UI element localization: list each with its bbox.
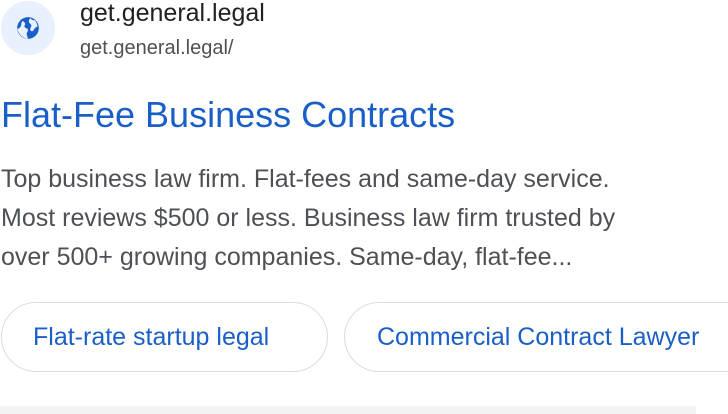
result-title-link[interactable]: Flat-Fee Business Contracts bbox=[1, 94, 455, 136]
sitelink-label: Commercial Contract Lawyer bbox=[377, 322, 700, 351]
sitelink-chip-commercial-contract[interactable]: Commercial Contract Lawyer bbox=[344, 302, 728, 372]
globe-icon-glyph bbox=[17, 17, 39, 39]
sitelink-label: Flat-rate startup legal bbox=[33, 322, 270, 351]
snippet-line: Top business law firm. Flat-fees and sam… bbox=[1, 165, 610, 193]
divider bbox=[0, 406, 696, 414]
snippet-line: over 500+ growing companies. Same-day, f… bbox=[1, 243, 573, 271]
snippet-line: Most reviews $500 or less. Business law … bbox=[1, 204, 616, 232]
site-name[interactable]: get.general.legal bbox=[80, 0, 265, 28]
globe-icon[interactable] bbox=[1, 1, 55, 55]
result-snippet: Top business law firm. Flat-fees and sam… bbox=[1, 160, 721, 277]
search-result: get.general.legal get.general.legal/ Fla… bbox=[0, 0, 728, 414]
site-url[interactable]: get.general.legal/ bbox=[80, 36, 233, 60]
sitelink-chip-startup-legal[interactable]: Flat-rate startup legal bbox=[1, 302, 328, 372]
